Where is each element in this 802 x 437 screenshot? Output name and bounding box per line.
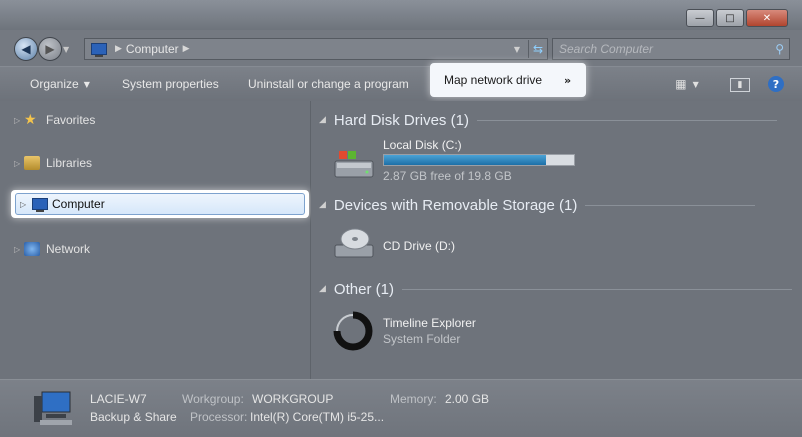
close-button[interactable]: ✕ xyxy=(746,9,788,27)
nav-item-computer[interactable]: ▷ Computer xyxy=(11,190,309,218)
nav-item-label: Libraries xyxy=(46,156,93,170)
recent-pages-dropdown[interactable]: ▼ xyxy=(63,45,69,54)
view-icon: ▦ xyxy=(675,77,687,91)
address-row: ◀ ▶ ▼ ▶ Computer ▶ ▼ ⇆ ⚲ xyxy=(0,30,802,66)
breadcrumb-computer[interactable]: Computer xyxy=(126,42,179,56)
expand-arrow-icon[interactable]: ▷ xyxy=(14,159,24,168)
disk-used-fill xyxy=(384,155,547,165)
nav-item-label: Network xyxy=(46,242,91,256)
organize-label: Organize xyxy=(30,77,79,91)
caption-buttons: — □ ✕ xyxy=(684,9,788,27)
navigation-pane: ▷ ★ Favorites ▷ Libraries ▷ Network xyxy=(0,101,311,379)
expand-arrow-icon[interactable]: ▷ xyxy=(14,116,24,125)
map-network-drive-button[interactable]: Map network drive » xyxy=(430,63,586,97)
group-other[interactable]: ◢ Other (1) xyxy=(319,278,792,300)
group-title: Other (1) xyxy=(333,280,394,298)
maximize-button[interactable]: □ xyxy=(716,9,744,27)
uninstall-label: Uninstall or change a program xyxy=(248,77,409,91)
breadcrumb-chevron-icon[interactable]: ▶ xyxy=(115,44,122,54)
back-arrow-icon: ◀ xyxy=(21,42,31,56)
refresh-button[interactable]: ⇆ xyxy=(528,40,547,58)
view-options-button[interactable]: ▦ ▼ xyxy=(672,76,702,92)
disk-capacity-bar xyxy=(383,154,575,166)
collapse-arrow-icon[interactable]: ◢ xyxy=(319,200,326,210)
preview-pane-icon: ▮ xyxy=(737,80,743,90)
search-input[interactable] xyxy=(553,41,761,57)
group-title: Hard Disk Drives (1) xyxy=(333,111,469,129)
libraries-icon xyxy=(24,156,40,170)
more-commands-button[interactable]: » xyxy=(564,74,571,87)
timeline-explorer-name[interactable]: Timeline Explorer xyxy=(383,316,476,330)
help-button[interactable]: ? xyxy=(768,76,784,92)
computer-icon xyxy=(32,198,48,212)
minimize-button[interactable]: — xyxy=(686,9,714,27)
hard-disk-icon xyxy=(334,151,374,178)
network-icon xyxy=(24,242,40,256)
collapse-arrow-icon[interactable]: ◢ xyxy=(319,115,326,125)
nav-item-network[interactable]: ▷ Network xyxy=(14,238,90,260)
details-pane: LACIE-W7 Backup & Share Workgroup: WORKG… xyxy=(0,379,802,437)
processor-label: Processor: xyxy=(190,410,248,424)
command-bar: Organize ▼ System properties Uninstall o… xyxy=(0,66,802,102)
map-network-drive-label: Map network drive xyxy=(444,73,543,87)
processor-value: Intel(R) Core(TM) i5-25... xyxy=(250,410,385,424)
explorer-window: — □ ✕ ◀ ▶ ▼ ▶ Computer ▶ ▼ ⇆ ⚲ Organize … xyxy=(0,0,802,437)
nav-item-label: Favorites xyxy=(46,113,96,127)
breadcrumb-chevron-icon[interactable]: ▶ xyxy=(183,44,190,54)
content-pane: ◢ Hard Disk Drives (1) Local Disk (C:) 2… xyxy=(311,101,802,379)
expand-arrow-icon[interactable]: ▷ xyxy=(14,245,24,254)
star-icon: ★ xyxy=(24,112,37,128)
title-bar: — □ ✕ xyxy=(0,0,802,30)
preview-pane-button[interactable]: ▮ xyxy=(730,78,750,92)
nav-item-label: Computer xyxy=(52,197,105,211)
timeline-explorer-type: System Folder xyxy=(383,332,461,346)
computer-icon xyxy=(34,391,72,425)
forward-arrow-icon: ▶ xyxy=(45,42,55,56)
nav-item-favorites[interactable]: ▷ ★ Favorites xyxy=(14,109,95,131)
organize-button[interactable]: Organize ▼ xyxy=(30,67,90,101)
cd-drive-icon xyxy=(334,228,374,258)
backup-share-link[interactable]: Backup & Share xyxy=(90,410,177,424)
collapse-arrow-icon[interactable]: ◢ xyxy=(319,284,326,294)
computer-icon xyxy=(91,43,107,57)
timeline-explorer-icon xyxy=(333,311,373,351)
computer-name: LACIE-W7 xyxy=(90,392,147,406)
system-properties-button[interactable]: System properties xyxy=(122,67,219,101)
workgroup-label: Workgroup: xyxy=(182,392,244,406)
address-dropdown-icon[interactable]: ▼ xyxy=(514,45,520,54)
forward-button[interactable]: ▶ xyxy=(38,37,62,61)
workgroup-value: WORKGROUP xyxy=(252,392,334,406)
uninstall-button[interactable]: Uninstall or change a program xyxy=(248,67,409,101)
system-properties-label: System properties xyxy=(122,77,219,91)
memory-label: Memory: xyxy=(390,392,437,406)
address-bar[interactable]: ▶ Computer ▶ ▼ ⇆ xyxy=(84,38,548,60)
group-hard-disk-drives[interactable]: ◢ Hard Disk Drives (1) xyxy=(319,109,777,131)
group-removable-storage[interactable]: ◢ Devices with Removable Storage (1) xyxy=(319,194,756,216)
local-disk-name[interactable]: Local Disk (C:) xyxy=(383,138,462,152)
help-icon: ? xyxy=(772,77,780,91)
expand-arrow-icon[interactable]: ▷ xyxy=(20,200,30,209)
memory-value: 2.00 GB xyxy=(445,392,490,406)
search-box[interactable]: ⚲ xyxy=(552,38,790,60)
back-button[interactable]: ◀ xyxy=(14,37,38,61)
group-title: Devices with Removable Storage (1) xyxy=(333,196,578,214)
search-icon[interactable]: ⚲ xyxy=(775,42,784,56)
local-disk-free-space: 2.87 GB free of 19.8 GB xyxy=(383,169,512,183)
cd-drive-name[interactable]: CD Drive (D:) xyxy=(383,239,455,253)
chevron-down-icon: ▼ xyxy=(83,79,90,89)
chevron-down-icon: ▼ xyxy=(692,79,699,89)
nav-item-libraries[interactable]: ▷ Libraries xyxy=(14,152,92,174)
